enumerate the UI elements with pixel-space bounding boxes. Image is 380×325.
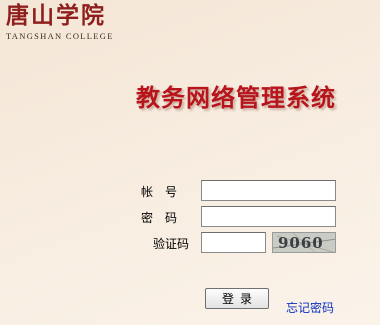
password-input[interactable] xyxy=(201,206,336,227)
college-name-en: TANGSHAN COLLEGE xyxy=(6,31,114,41)
account-label: 帐 号 xyxy=(141,185,178,199)
login-button[interactable]: 登录 xyxy=(205,288,269,309)
college-logo: 唐山学院 TANGSHAN COLLEGE xyxy=(6,2,114,41)
college-name-cn: 唐山学院 xyxy=(6,2,106,29)
captcha-code: 9060 xyxy=(278,234,324,252)
password-label: 密 码 xyxy=(141,211,178,225)
account-input[interactable] xyxy=(201,180,336,201)
captcha-image[interactable]: 9060 xyxy=(272,232,336,253)
system-title: 教务网络管理系统 xyxy=(136,84,336,112)
forgot-password-link[interactable]: 忘记密码 xyxy=(286,299,334,316)
captcha-label: 验证码 xyxy=(153,237,190,251)
captcha-input[interactable] xyxy=(201,232,266,253)
